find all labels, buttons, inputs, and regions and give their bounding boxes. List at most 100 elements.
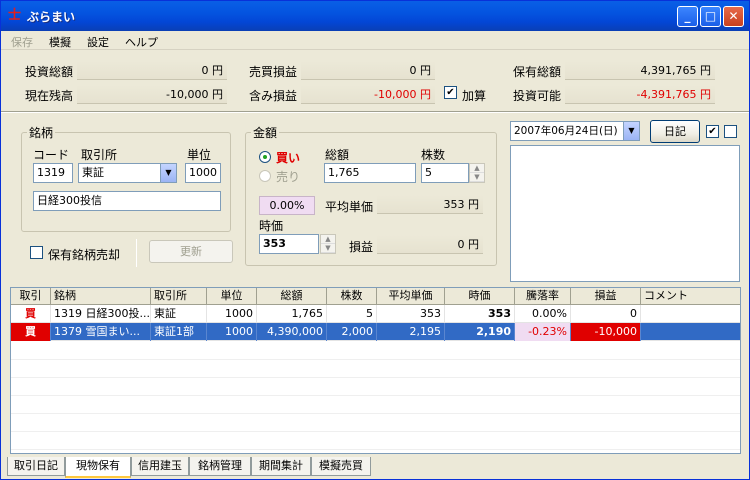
stock-name-input[interactable]: 日経300投信 bbox=[33, 191, 221, 211]
check-icon: ✔ bbox=[708, 126, 717, 137]
chevron-down-icon[interactable]: ▼ bbox=[623, 122, 639, 140]
col-shares[interactable]: 株数 bbox=[327, 288, 377, 305]
maximize-button[interactable]: □ bbox=[700, 6, 721, 27]
amount-group-title: 金額 bbox=[251, 124, 280, 141]
sell-holdings-checkbox[interactable] bbox=[30, 246, 43, 259]
cell-name: 1379 雪国まい... bbox=[51, 323, 151, 341]
menu-settings[interactable]: 設定 bbox=[87, 34, 109, 50]
divider bbox=[1, 111, 749, 113]
investable-label: 投資可能 bbox=[513, 89, 562, 103]
trade-pl-label: 売買損益 bbox=[249, 65, 298, 79]
unrealized-pl-value: -10,000 円 bbox=[301, 85, 435, 104]
buy-label: 買い bbox=[276, 151, 301, 165]
tab-margin[interactable]: 信用建玉 bbox=[131, 457, 189, 476]
cell-unit: 1000 bbox=[207, 323, 257, 341]
current-balance-label: 現在残高 bbox=[25, 89, 74, 103]
chevron-down-icon[interactable]: ▼ bbox=[160, 164, 176, 182]
current-balance-value: -10,000 円 bbox=[77, 85, 227, 104]
cell-total: 1,765 bbox=[257, 305, 327, 323]
holdings-grid: 取引 銘柄 取引所 単位 総額 株数 平均単価 時価 騰落率 損益 コメント 買… bbox=[10, 287, 741, 454]
diary-checkbox-2[interactable] bbox=[724, 125, 737, 138]
cell-exchange: 東証1部 bbox=[151, 323, 207, 341]
shares-label: 株数 bbox=[421, 148, 446, 162]
cell-rate: 0.00% bbox=[515, 305, 571, 323]
trade-pl-value: 0 円 bbox=[301, 61, 435, 80]
close-button[interactable]: ✕ bbox=[723, 6, 744, 27]
minimize-button[interactable]: _ bbox=[677, 6, 698, 27]
investment-total-value: 0 円 bbox=[77, 61, 227, 80]
exchange-select[interactable]: 東証 ▼ bbox=[78, 163, 177, 183]
diary-checkbox-1[interactable]: ✔ bbox=[706, 125, 719, 138]
buy-radio[interactable] bbox=[259, 151, 271, 163]
diary-date-value: 2007年06月24日(日) bbox=[514, 125, 618, 137]
tab-holdings[interactable]: 現物保有 bbox=[65, 457, 131, 478]
pl-label: 損益 bbox=[349, 240, 374, 254]
cell-trade: 買 bbox=[11, 305, 51, 323]
price-spinner[interactable]: ▲ ▼ bbox=[320, 234, 336, 254]
menu-simulate[interactable]: 模擬 bbox=[49, 34, 71, 50]
cell-exchange: 東証 bbox=[151, 305, 207, 323]
unrealized-pl-label: 含み損益 bbox=[249, 89, 298, 103]
col-pl[interactable]: 損益 bbox=[571, 288, 641, 305]
col-trade[interactable]: 取引 bbox=[11, 288, 51, 305]
title-bar[interactable]: 士 ぶらまい _ □ ✕ bbox=[1, 1, 749, 31]
cell-pl: -10,000 bbox=[571, 323, 641, 341]
col-name[interactable]: 銘柄 bbox=[51, 288, 151, 305]
diary-button[interactable]: 日記 bbox=[650, 120, 700, 143]
sell-radio[interactable] bbox=[259, 170, 271, 182]
menu-bar: 保存 模擬 設定 ヘルプ bbox=[1, 31, 749, 50]
main-window: 士 ぶらまい _ □ ✕ 保存 模擬 設定 ヘルプ 投資総額 0 円 現在残高 … bbox=[0, 0, 750, 480]
cell-avg: 353 bbox=[377, 305, 445, 323]
col-exchange[interactable]: 取引所 bbox=[151, 288, 207, 305]
diary-date-select[interactable]: 2007年06月24日(日) ▼ bbox=[510, 121, 640, 141]
col-price[interactable]: 時価 bbox=[445, 288, 515, 305]
cell-name: 1319 日経300投... bbox=[51, 305, 151, 323]
price-label: 時価 bbox=[259, 219, 284, 233]
down-arrow-icon[interactable]: ▼ bbox=[470, 173, 484, 182]
tab-stock-management[interactable]: 銘柄管理 bbox=[189, 457, 251, 476]
col-total[interactable]: 総額 bbox=[257, 288, 327, 305]
unit-input[interactable]: 1000 bbox=[185, 163, 221, 183]
tab-trade-diary[interactable]: 取引日記 bbox=[7, 457, 65, 476]
cell-price: 353 bbox=[445, 305, 515, 323]
check-icon: ✔ bbox=[446, 87, 455, 98]
tab-period-summary[interactable]: 期間集計 bbox=[251, 457, 311, 476]
holdings-total-value: 4,391,765 円 bbox=[565, 61, 715, 80]
menu-help[interactable]: ヘルプ bbox=[125, 34, 158, 50]
pl-value: 0 円 bbox=[377, 235, 483, 254]
col-rate[interactable]: 騰落率 bbox=[515, 288, 571, 305]
diary-memo[interactable] bbox=[510, 145, 740, 282]
add-label: 加算 bbox=[462, 89, 487, 103]
cell-pl: 0 bbox=[571, 305, 641, 323]
rate-display: 0.00% bbox=[259, 196, 315, 215]
code-input[interactable]: 1319 bbox=[33, 163, 73, 183]
col-unit[interactable]: 単位 bbox=[207, 288, 257, 305]
up-arrow-icon[interactable]: ▲ bbox=[470, 164, 484, 173]
cell-rate: -0.23% bbox=[515, 323, 571, 341]
shares-input[interactable]: 5 bbox=[421, 163, 469, 183]
cell-comment bbox=[641, 305, 740, 323]
tab-simulated-trading[interactable]: 模擬売買 bbox=[311, 457, 371, 476]
update-button[interactable]: 更新 bbox=[149, 240, 233, 263]
col-comment[interactable]: コメント bbox=[641, 288, 740, 305]
cell-avg: 2,195 bbox=[377, 323, 445, 341]
menu-save[interactable]: 保存 bbox=[11, 34, 33, 50]
add-checkbox[interactable]: ✔ bbox=[444, 86, 457, 99]
code-label: コード bbox=[33, 148, 70, 162]
sell-holdings-label: 保有銘柄売却 bbox=[48, 248, 121, 262]
total-label: 総額 bbox=[325, 148, 350, 162]
window-title: ぶらまい bbox=[27, 10, 76, 24]
grid-header: 取引 銘柄 取引所 単位 総額 株数 平均単価 時価 騰落率 損益 コメント bbox=[11, 288, 740, 305]
grid-line bbox=[11, 431, 740, 432]
col-avg[interactable]: 平均単価 bbox=[377, 288, 445, 305]
stock-group-title: 銘柄 bbox=[27, 124, 56, 141]
sell-label: 売り bbox=[276, 170, 301, 184]
down-arrow-icon[interactable]: ▼ bbox=[321, 244, 335, 253]
grid-line bbox=[11, 359, 740, 360]
table-row[interactable]: 買 1379 雪国まい... 東証1部 1000 4,390,000 2,000… bbox=[11, 323, 740, 341]
price-input[interactable]: 353 bbox=[259, 234, 319, 254]
up-arrow-icon[interactable]: ▲ bbox=[321, 235, 335, 244]
shares-spinner[interactable]: ▲ ▼ bbox=[469, 163, 485, 183]
total-input[interactable]: 1,765 bbox=[324, 163, 416, 183]
table-row[interactable]: 買 1319 日経300投... 東証 1000 1,765 5 353 353… bbox=[11, 305, 740, 323]
